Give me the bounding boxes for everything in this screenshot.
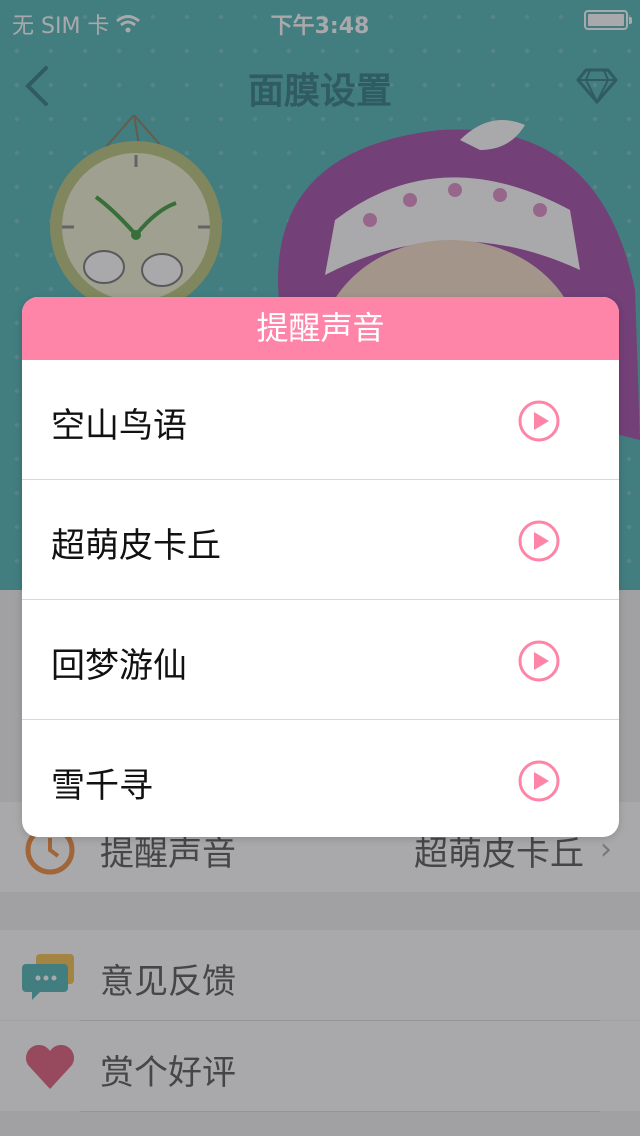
reminder-sound-dialog: 提醒声音 空山鸟语 超萌皮卡丘 回梦游仙 雪千寻 [22,297,619,837]
sound-option[interactable]: 空山鸟语 [22,360,619,480]
sound-option-label: 雪千寻 [51,766,153,806]
sound-option-label: 空山鸟语 [51,406,187,446]
sound-option-label: 回梦游仙 [51,646,187,686]
sound-option[interactable]: 回梦游仙 [22,600,619,720]
play-icon[interactable] [518,640,560,682]
sound-option[interactable]: 超萌皮卡丘 [22,480,619,600]
play-icon[interactable] [518,760,560,802]
dialog-title: 提醒声音 [22,297,619,360]
play-icon[interactable] [518,400,560,442]
play-icon[interactable] [518,520,560,562]
sound-option[interactable]: 雪千寻 [22,720,619,837]
sound-option-label: 超萌皮卡丘 [51,526,221,566]
